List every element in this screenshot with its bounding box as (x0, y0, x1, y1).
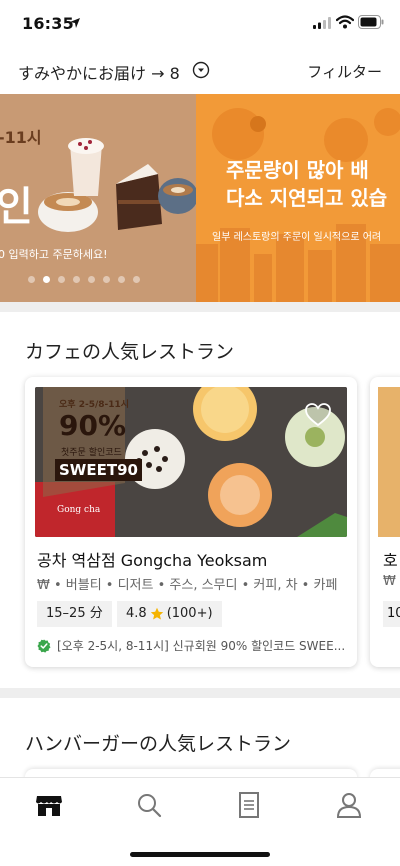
section-title-cafe: カフェの人気レストラン (25, 341, 235, 363)
banner-notice-subtext: 일부 레스토랑의 주문이 일시적으로 어려 (212, 232, 382, 243)
promo-banner-carousel[interactable]: -11시 인 0 입력하고 주문하세요! 주문량이 많아 배 다소 지연되고 있… (0, 94, 400, 302)
discount-badge-percent: 90% (59, 409, 127, 442)
promo-banner-coffee[interactable]: -11시 인 0 입력하고 주문하세요! (0, 94, 196, 302)
brand-logo-text: Gong cha (57, 505, 101, 515)
tab-account[interactable] (334, 790, 364, 820)
rating-count: (100+) (166, 606, 213, 621)
location-arrow-icon (70, 18, 80, 28)
promo-line: [오후 2-5시, 8-11시] 신규회원 90% 할인코드 SWEE... (37, 637, 347, 654)
banner-subtext: 0 입력하고 주문하세요! (0, 248, 108, 261)
rating-chip: 4.8 (100+) (117, 601, 222, 627)
banner-big-text: 인 (0, 184, 33, 230)
delivery-time-chip-next: 10 (383, 601, 400, 627)
restaurant-categories: ₩ • 버블티 • 디저트 • 주스, 스무디 • 커피, 차 • 카페 (37, 578, 338, 593)
discount-badge-caption: 첫주문 할인코드 (61, 448, 122, 458)
status-time: 16:35 (22, 14, 74, 33)
banner-notice-title-line1: 주문량이 많아 배 (226, 158, 369, 182)
discount-code-badge: SWEET90 (55, 459, 142, 481)
section-title-burger: ハンバーガーの人気レストラン (25, 733, 292, 755)
rating-value: 4.8 (126, 606, 147, 621)
restaurant-image-next (378, 387, 400, 537)
banner-notice-title: 주문량이 많아 배 다소 지연되고 있습 (226, 156, 387, 212)
filter-button[interactable]: フィルター (307, 61, 382, 82)
restaurant-name: 공차 역삼점 Gongcha Yeoksam (37, 551, 268, 570)
carousel-dot[interactable] (118, 276, 125, 283)
carousel-dot[interactable] (133, 276, 140, 283)
carousel-dot[interactable] (28, 276, 35, 283)
star-icon (150, 607, 163, 620)
carousel-dot[interactable] (73, 276, 80, 283)
search-icon (138, 794, 162, 818)
restaurant-categories-next: ₩ (383, 574, 396, 589)
restaurant-name-next: 호 (383, 551, 398, 570)
carousel-pagination[interactable] (28, 276, 140, 283)
tab-home[interactable] (34, 790, 64, 820)
wifi-icon (336, 15, 354, 29)
banner-notice-title-line2: 다소 지연되고 있습 (226, 186, 388, 210)
delivery-time-selector[interactable]: すみやかにお届け → 8 (18, 60, 180, 84)
carousel-dot[interactable] (88, 276, 95, 283)
status-bar: 16:35 (0, 0, 400, 46)
carousel-dot[interactable] (43, 276, 50, 283)
chevron-down-circle-icon[interactable] (192, 61, 210, 79)
section-divider (0, 688, 400, 698)
restaurant-image: 오후 2-5/8-11시 90% 첫주문 할인코드 SWEET90 Gong c… (35, 387, 347, 537)
home-indicator[interactable] (130, 852, 270, 857)
section-divider (0, 302, 400, 312)
home-storefront-icon (36, 796, 62, 816)
promo-text: [오후 2-5시, 8-11시] 신규회원 90% 할인코드 SWEE... (57, 639, 346, 653)
carousel-dot[interactable] (58, 276, 65, 283)
restaurant-card[interactable]: 오후 2-5/8-11시 90% 첫주문 할인코드 SWEET90 Gong c… (25, 377, 357, 667)
notice-banner-delay[interactable]: 주문량이 많아 배 다소 지연되고 있습 일부 레스토랑의 주문이 일시적으로 … (196, 94, 400, 302)
account-icon (336, 793, 362, 818)
promo-check-icon (37, 639, 51, 653)
delivery-time-chip: 15–25 分 (37, 601, 112, 627)
orders-receipt-icon (239, 792, 259, 818)
tab-orders[interactable] (234, 790, 264, 820)
battery-icon (358, 15, 384, 29)
favorite-heart-icon[interactable] (305, 403, 331, 427)
app-header: すみやかにお届け → 8 フィルター (0, 52, 400, 90)
carousel-dot[interactable] (103, 276, 110, 283)
restaurant-card-next[interactable]: 호 ₩ 10 (370, 377, 400, 667)
coffee-desserts-illustration (38, 138, 196, 232)
tab-search[interactable] (134, 790, 164, 820)
cellular-signal-icon (313, 17, 331, 29)
